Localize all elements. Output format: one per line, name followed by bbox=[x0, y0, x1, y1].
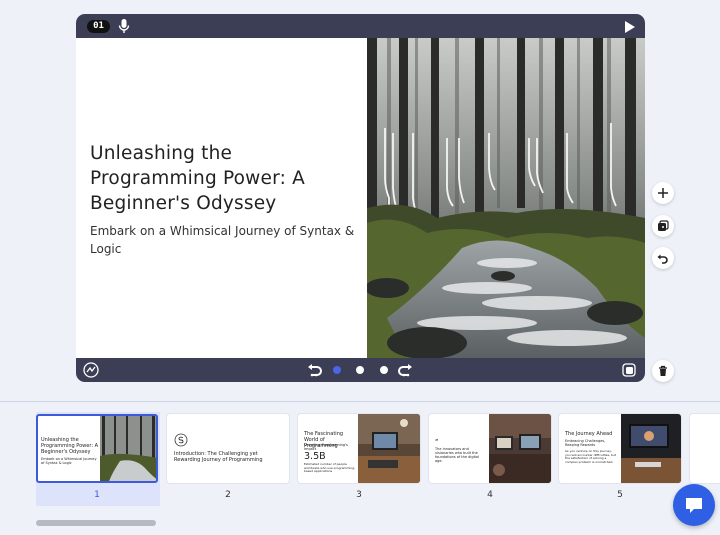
filmstrip-scrollbar[interactable] bbox=[36, 520, 156, 526]
slide-text-block: Unleashing the Programming Power: A Begi… bbox=[90, 141, 360, 258]
play-icon[interactable] bbox=[624, 19, 636, 33]
delete-slide-button[interactable] bbox=[652, 360, 674, 382]
thumbnail-preview[interactable]: The Fascinating World of Programming Unv… bbox=[298, 414, 420, 483]
forest-stream-thumbnail-image bbox=[100, 416, 156, 481]
slide-topbar: 01 bbox=[76, 14, 645, 38]
add-slide-button[interactable] bbox=[652, 182, 674, 204]
retro-room-thumbnail-image bbox=[489, 414, 551, 483]
thumbnail-number: 4 bbox=[487, 490, 493, 500]
layers-icon[interactable] bbox=[621, 362, 637, 378]
thumbnail-note: As you venture on this journey, you will… bbox=[565, 449, 616, 464]
slide-editor-frame: 01 Unleashing the Programming Power: A B… bbox=[76, 14, 645, 382]
chat-support-button[interactable] bbox=[673, 484, 715, 526]
thumbnail-title: The Journey Ahead bbox=[565, 431, 613, 437]
slide-dot-2[interactable] bbox=[356, 366, 364, 374]
thumbnail-preview[interactable]: Unleashing the Programming Power: A Begi… bbox=[36, 414, 158, 483]
redo-icon[interactable] bbox=[397, 362, 413, 378]
logo-icon bbox=[174, 433, 188, 447]
thumbnail-number: 5 bbox=[617, 490, 623, 500]
desk-setup-thumbnail-image bbox=[621, 414, 681, 483]
forest-stream-image[interactable] bbox=[367, 38, 645, 358]
undo-icon bbox=[657, 254, 668, 264]
add-icon bbox=[658, 188, 668, 198]
slide-thumbnail-6-partial[interactable] bbox=[690, 414, 720, 483]
thumbnail-preview[interactable]: “ The innovators and visionaries who bui… bbox=[429, 414, 551, 483]
thumbnail-stat: 3.5B bbox=[304, 451, 326, 462]
thumbnail-subtitle: Unveiling Programming's Impact bbox=[304, 443, 348, 451]
undo-icon[interactable] bbox=[307, 362, 323, 378]
microphone-icon[interactable] bbox=[118, 18, 130, 34]
thumbnail-preview[interactable]: The Journey Ahead Embracing Challenges, … bbox=[559, 414, 681, 483]
workspace-thumbnail-image bbox=[358, 414, 420, 483]
thumbnail-subtitle: Embracing Challenges, Reaping Rewards bbox=[565, 439, 606, 447]
thumbnail-number: 3 bbox=[356, 490, 362, 500]
chat-bubble-icon bbox=[686, 498, 702, 513]
thumbnail-subtitle: Embark on a Whimsical Journey of Syntax … bbox=[41, 457, 97, 465]
slide-canvas[interactable]: Unleashing the Programming Power: A Begi… bbox=[76, 38, 645, 358]
duplicate-icon bbox=[658, 220, 669, 231]
ai-sparkle-icon[interactable] bbox=[83, 362, 99, 378]
slide-filmstrip: Unleashing the Programming Power: A Begi… bbox=[0, 402, 720, 535]
trash-icon bbox=[659, 365, 667, 376]
slide-dot-1[interactable] bbox=[333, 366, 341, 374]
thumbnail-note: Estimated number of people worldwide who… bbox=[304, 462, 356, 473]
slide-number-badge: 01 bbox=[87, 20, 110, 33]
thumbnail-title: Unleashing the Programming Power: A Begi… bbox=[41, 437, 99, 455]
slide-bottombar bbox=[76, 358, 645, 382]
thumbnail-number: 2 bbox=[225, 490, 231, 500]
thumbnail-number: 1 bbox=[94, 490, 100, 500]
slide-thumbnail-1[interactable]: Unleashing the Programming Power: A Begi… bbox=[36, 412, 160, 506]
thumbnail-preview[interactable]: Introduction: The Challenging yet Reward… bbox=[167, 414, 289, 483]
thumbnail-title: The innovators and visionaries who built… bbox=[435, 447, 480, 463]
slide-subtitle[interactable]: Embark on a Whimsical Journey of Syntax … bbox=[90, 222, 360, 258]
thumbnail-quote-mark: “ bbox=[435, 439, 439, 445]
slide-title[interactable]: Unleashing the Programming Power: A Begi… bbox=[90, 141, 360, 216]
thumbnail-title: Introduction: The Challenging yet Reward… bbox=[174, 451, 263, 463]
revert-button[interactable] bbox=[652, 247, 674, 269]
slide-dot-3[interactable] bbox=[380, 366, 388, 374]
duplicate-slide-button[interactable] bbox=[652, 215, 674, 237]
